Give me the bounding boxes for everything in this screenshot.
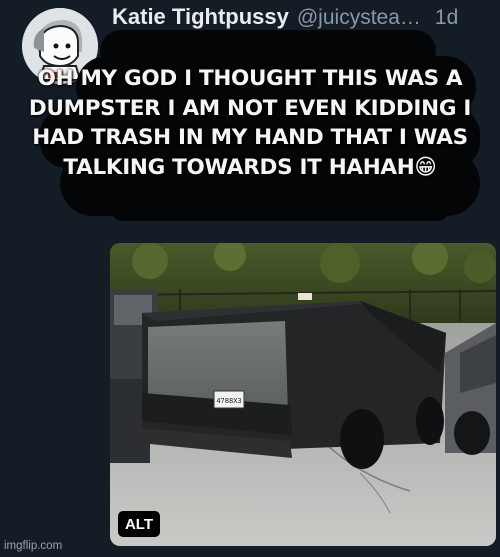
scribble-redaction: [110, 195, 450, 221]
timestamp[interactable]: 1d: [435, 6, 458, 30]
imgflip-watermark: imgflip.com: [4, 540, 63, 552]
meme-caption: OH MY GOD I THOUGHT THIS WAS A DUMPSTER …: [28, 66, 472, 180]
cybertruck-photo: 4788X3: [110, 243, 496, 546]
license-plate-text: 4788X3: [216, 397, 241, 405]
tweet-photo[interactable]: 4788X3: [110, 243, 496, 546]
display-name[interactable]: Katie Tightpussy: [112, 4, 289, 30]
tweet-header: Katie Tightpussy @juicystea… 1d: [112, 4, 458, 32]
user-handle[interactable]: @juicystea…: [297, 6, 421, 30]
alt-text-button[interactable]: ALT: [118, 511, 160, 537]
